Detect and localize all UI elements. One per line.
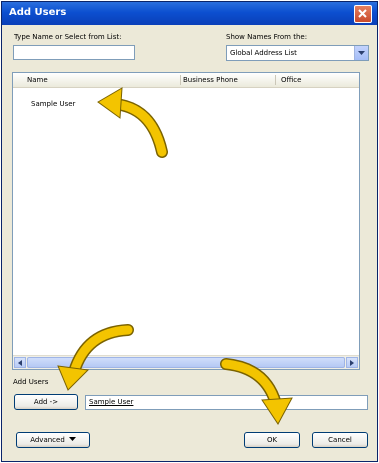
list-item[interactable]: Sample User bbox=[31, 100, 75, 108]
chevron-down-icon bbox=[68, 437, 76, 441]
advanced-label: Advanced bbox=[30, 436, 65, 444]
scroll-right-button[interactable] bbox=[346, 357, 358, 368]
curved-arrow-icon bbox=[97, 87, 168, 158]
close-button[interactable] bbox=[354, 5, 372, 23]
address-book-label: Show Names From the: bbox=[226, 33, 308, 41]
ok-button[interactable]: OK bbox=[244, 432, 300, 448]
window-title: Add Users bbox=[9, 7, 67, 18]
scroll-right-icon bbox=[350, 360, 354, 366]
cancel-button[interactable]: Cancel bbox=[312, 432, 368, 448]
scroll-left-button[interactable] bbox=[14, 357, 26, 368]
column-header-name[interactable]: Name bbox=[27, 76, 48, 84]
curved-arrow-icon bbox=[57, 324, 134, 391]
scroll-left-icon bbox=[18, 360, 22, 366]
title-bar[interactable]: Add Users bbox=[2, 2, 377, 25]
list-header: Name Business Phone Office bbox=[13, 73, 359, 88]
advanced-button[interactable]: Advanced bbox=[16, 432, 90, 448]
column-header-office[interactable]: Office bbox=[281, 76, 301, 84]
user-name: Sample User bbox=[31, 100, 76, 108]
column-divider[interactable] bbox=[180, 75, 181, 85]
add-users-label: Add Users bbox=[13, 378, 49, 386]
search-input[interactable] bbox=[13, 45, 135, 60]
address-book-value: Global Address List bbox=[230, 49, 297, 57]
curved-arrow-icon bbox=[220, 358, 293, 425]
close-icon bbox=[358, 9, 367, 18]
search-label: Type Name or Select from List: bbox=[14, 33, 122, 41]
add-button[interactable]: Add -> bbox=[14, 394, 78, 410]
dropdown-button[interactable] bbox=[354, 46, 368, 60]
column-header-business-phone[interactable]: Business Phone bbox=[183, 76, 238, 84]
address-book-select[interactable]: Global Address List bbox=[226, 45, 369, 61]
column-divider[interactable] bbox=[275, 75, 276, 85]
add-users-dialog: Add Users Type Name or Select from List:… bbox=[1, 1, 378, 462]
added-user: Sample User bbox=[89, 398, 134, 406]
chevron-down-icon bbox=[358, 51, 365, 55]
